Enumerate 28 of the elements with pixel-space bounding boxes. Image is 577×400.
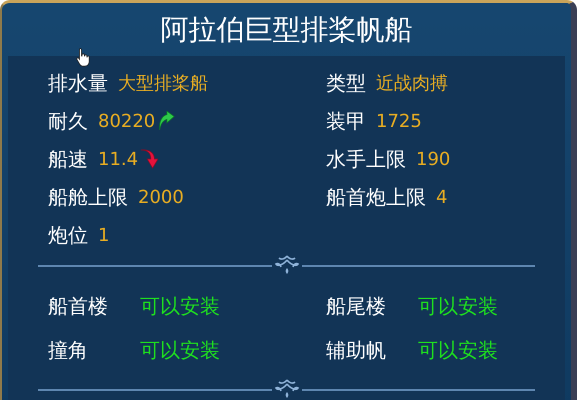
stat-value: 80220 — [98, 110, 156, 132]
stat-value: 4 — [436, 186, 448, 208]
stat-value: 2000 — [138, 186, 184, 208]
hand-cursor-icon — [76, 47, 90, 67]
stat-label: 排水量 — [48, 70, 108, 96]
slot-label: 撞角 — [48, 336, 89, 364]
stat-label: 炮位 — [48, 222, 88, 248]
slot-label: 船首楼 — [48, 292, 109, 320]
stat-value: 近战肉搏 — [376, 72, 448, 95]
stat-value: 1725 — [376, 110, 422, 132]
slot-status: 可以安装 — [418, 336, 498, 364]
window-title: 阿拉伯巨型排桨帆船 — [160, 12, 414, 48]
stat-label: 船首炮上限 — [326, 184, 426, 210]
stat-label: 船舱上限 — [48, 184, 128, 210]
stat-label: 水手上限 — [326, 146, 406, 172]
stat-value: 11.4 — [98, 148, 138, 170]
slot-status: 可以安装 — [140, 336, 220, 364]
slot-label: 辅助帆 — [326, 336, 387, 364]
stat-label: 类型 — [326, 70, 366, 96]
stat-value: 1 — [98, 224, 110, 246]
slot-status: 可以安装 — [418, 292, 498, 320]
slot-status: 可以安装 — [140, 292, 220, 320]
stat-label: 船速 — [48, 146, 88, 172]
slot-label: 船尾楼 — [326, 292, 387, 320]
stat-value: 大型排桨船 — [118, 72, 208, 95]
stat-label: 装甲 — [326, 108, 366, 134]
stat-value: 190 — [416, 148, 450, 170]
stat-label: 耐久 — [48, 108, 88, 134]
